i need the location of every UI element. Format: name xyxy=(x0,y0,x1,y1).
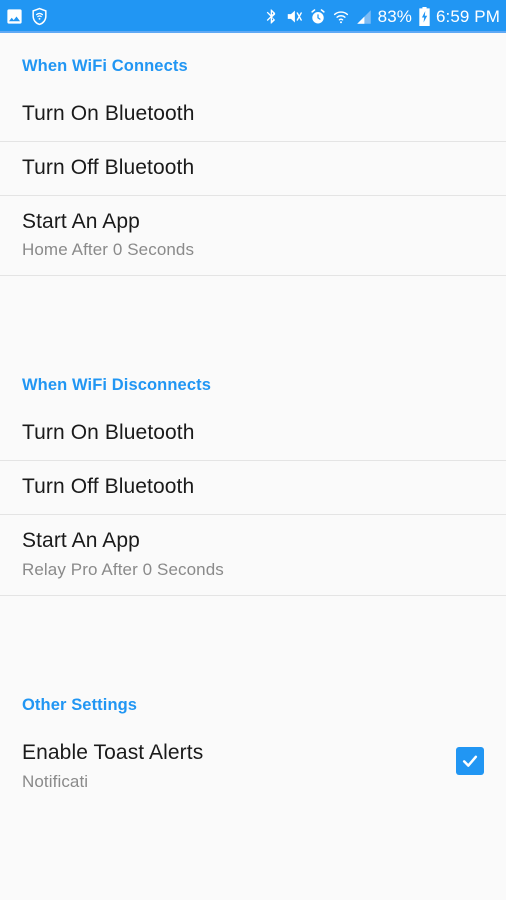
volume-mute-vibrate-icon xyxy=(285,7,304,26)
list-item[interactable]: Turn On Bluetooth xyxy=(0,88,506,141)
list-item-title: Turn On Bluetooth xyxy=(22,421,195,445)
toast-alerts-checkbox[interactable] xyxy=(456,746,484,775)
list-item[interactable]: Turn Off Bluetooth xyxy=(0,461,506,514)
list-item-title: Enable Toast Alerts xyxy=(22,740,204,764)
section-header: Other Settings xyxy=(22,695,138,714)
section-spacer xyxy=(0,276,506,353)
bluetooth-icon xyxy=(263,7,280,26)
section-header: When WiFi Connects xyxy=(22,57,188,75)
section-spacer xyxy=(0,595,506,672)
list-item-subtitle: Home After 0 Seconds xyxy=(22,240,195,260)
list-item-title: Start An App xyxy=(22,209,140,233)
list-item[interactable]: Turn On Bluetooth xyxy=(0,407,506,461)
section-when-wifi-connects: When WiFi Connects Turn On Bluetooth Tur… xyxy=(0,33,506,277)
list-item-subtitle: Notificati xyxy=(22,771,89,791)
battery-percent-label: 83% xyxy=(377,7,412,26)
list-item[interactable]: Start An App Home After 0 Seconds xyxy=(0,195,506,276)
section-when-wifi-disconnects: When WiFi Disconnects Turn On Bluetooth … xyxy=(0,352,506,596)
list-item-subtitle: Relay Pro After 0 Seconds xyxy=(22,559,224,579)
list-item[interactable]: Start An App Relay Pro After 0 Seconds xyxy=(0,514,506,595)
battery-charging-icon xyxy=(418,7,431,26)
cell-signal-icon xyxy=(355,8,373,26)
status-bar-right-icons: 83% 6:59 PM xyxy=(263,7,500,26)
wifi-shield-icon xyxy=(30,7,49,26)
alarm-icon xyxy=(309,8,327,26)
wifi-icon xyxy=(332,8,350,26)
status-bar: 83% 6:59 PM xyxy=(0,0,506,33)
status-bar-left-icons xyxy=(5,7,49,26)
clock-label: 6:59 PM xyxy=(435,7,500,26)
list-item-enable-toast-alerts[interactable]: Enable Toast Alerts Notificati xyxy=(0,726,506,807)
checkmark-icon xyxy=(462,755,478,767)
section-other-settings: Other Settings Enable Toast Alerts Notif… xyxy=(0,672,506,807)
list-item-title: Turn Off Bluetooth xyxy=(22,475,195,499)
list-item-title: Start An App xyxy=(22,528,140,552)
list-item[interactable]: Turn Off Bluetooth xyxy=(0,141,506,195)
image-icon xyxy=(5,7,24,26)
settings-list: When WiFi Connects Turn On Bluetooth Tur… xyxy=(0,33,506,807)
list-item-title: Turn On Bluetooth xyxy=(22,102,195,125)
section-header: When WiFi Disconnects xyxy=(22,376,211,395)
list-item-title: Turn Off Bluetooth xyxy=(22,155,195,179)
